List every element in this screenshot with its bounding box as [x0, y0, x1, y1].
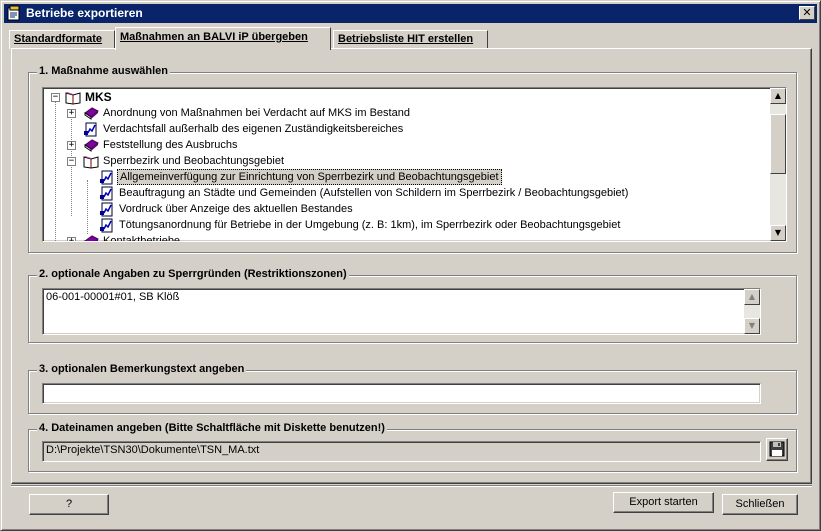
- separator: [11, 485, 812, 487]
- tree-node[interactable]: − Sperrbezirk und Beobachtungsgebiet: [43, 153, 743, 169]
- group-dateiname: 4. Dateinamen angeben (Bitte Schaltfläch…: [28, 422, 797, 472]
- dateiname-field: D:\Projekte\TSN30\Dokumente\TSN_MA.txt: [42, 441, 761, 462]
- tab-massnahmen-balvi[interactable]: Maßnahmen an BALVI iP übergeben: [115, 27, 331, 50]
- dateiname-value: D:\Projekte\TSN30\Dokumente\TSN_MA.txt: [46, 444, 260, 456]
- tree-node[interactable]: Verdachtsfall außerhalb des eigenen Zust…: [43, 121, 743, 137]
- tree-node[interactable]: Tötungsanordnung für Betriebe in der Umg…: [43, 217, 743, 233]
- group-sperrgruende-title: 2. optionale Angaben zu Sperrgründen (Re…: [37, 268, 349, 280]
- collapse-toggle[interactable]: −: [67, 157, 76, 166]
- tree-node[interactable]: Beauftragung an Städte und Gemeinden (Au…: [43, 185, 743, 201]
- tree-node-label: MKS: [85, 90, 112, 104]
- tree-node-mks[interactable]: − MKS: [43, 89, 743, 105]
- group-bemerkung: 3. optionalen Bemerkungstext angeben: [28, 363, 797, 414]
- app-icon: [7, 5, 20, 21]
- document-icon: [84, 122, 97, 137]
- collapse-toggle[interactable]: −: [51, 93, 60, 102]
- tree-node-label: Anordnung von Maßnahmen bei Verdacht auf…: [103, 107, 410, 119]
- tree-node-label: Verdachtsfall außerhalb des eigenen Zust…: [103, 123, 404, 135]
- scroll-down-button[interactable]: ▼: [744, 318, 760, 334]
- sperrgruende-textarea[interactable]: 06-001-00001#01, SB Klöß ▲ ▼: [42, 288, 761, 335]
- window-title: Betriebe exportieren: [26, 6, 143, 20]
- dialog-window: Betriebe exportieren ✕ Standardformate M…: [0, 0, 821, 531]
- title-bar[interactable]: Betriebe exportieren ✕: [4, 4, 817, 23]
- sperrgruende-value: 06-001-00001#01, SB Klöß: [46, 291, 180, 303]
- tree-node[interactable]: Vordruck über Anzeige des aktuellen Best…: [43, 201, 743, 217]
- bemerkung-input[interactable]: [42, 383, 761, 404]
- closed-book-icon: [84, 107, 99, 120]
- group-massnahme: 1. Maßnahme auswählen − MKS + Anordnung …: [28, 65, 797, 253]
- tree-node-label: Vordruck über Anzeige des aktuellen Best…: [119, 203, 353, 215]
- tree-node[interactable]: + Anordnung von Maßnahmen bei Verdacht a…: [43, 105, 743, 121]
- group-massnahme-title: 1. Maßnahme auswählen: [37, 65, 170, 77]
- floppy-disk-icon: [769, 441, 785, 457]
- tree-node[interactable]: + Feststellung des Ausbruchs: [43, 137, 743, 153]
- open-book-icon: [83, 156, 99, 169]
- tree-node-selected[interactable]: Allgemeinverfügung zur Einrichtung von S…: [43, 169, 743, 185]
- document-icon: [100, 218, 113, 233]
- help-button[interactable]: ?: [29, 494, 109, 515]
- tab-standardformate[interactable]: Standardformate: [9, 30, 115, 49]
- open-book-icon: [65, 92, 81, 105]
- tree-node-label: Allgemeinverfügung zur Einrichtung von S…: [117, 169, 502, 185]
- close-window-button[interactable]: ✕: [799, 6, 815, 20]
- group-dateiname-title: 4. Dateinamen angeben (Bitte Schaltfläch…: [37, 422, 387, 434]
- closed-book-icon: [84, 139, 99, 152]
- expand-toggle[interactable]: +: [67, 109, 76, 118]
- document-icon: [100, 186, 113, 201]
- sperrgruende-scrollbar[interactable]: ▲ ▼: [744, 289, 760, 334]
- group-bemerkung-title: 3. optionalen Bemerkungstext angeben: [37, 363, 247, 375]
- tree-node-label: Tötungsanordnung für Betriebe in der Umg…: [119, 219, 621, 231]
- tree-node-label: Beauftragung an Städte und Gemeinden (Au…: [119, 187, 629, 199]
- expand-toggle[interactable]: +: [67, 237, 76, 241]
- massnahme-tree[interactable]: − MKS + Anordnung von Maßnahmen bei Verd…: [42, 87, 787, 242]
- group-sperrgruende: 2. optionale Angaben zu Sperrgründen (Re…: [28, 268, 797, 343]
- document-icon: [100, 202, 113, 217]
- tree-node-label: Sperrbezirk und Beobachtungsgebiet: [103, 155, 285, 167]
- scroll-up-button[interactable]: ▲: [770, 88, 786, 104]
- tree-node-label: Feststellung des Ausbruchs: [103, 139, 238, 151]
- tree-node[interactable]: + Kontaktbetriebe: [43, 233, 743, 242]
- save-file-button[interactable]: [766, 438, 788, 461]
- tree-node-label: Kontaktbetriebe: [103, 235, 181, 242]
- export-start-button[interactable]: Export starten: [613, 492, 714, 513]
- document-icon: [100, 170, 113, 185]
- tab-betriebsliste-hit[interactable]: Betriebsliste HIT erstellen: [333, 30, 488, 49]
- closed-book-icon: [84, 235, 99, 241]
- scroll-down-button[interactable]: ▼: [770, 225, 786, 241]
- expand-toggle[interactable]: +: [67, 141, 76, 150]
- scroll-thumb[interactable]: [770, 114, 786, 174]
- tree-scrollbar[interactable]: ▲ ▼: [770, 88, 786, 241]
- close-button[interactable]: Schließen: [722, 494, 798, 515]
- scroll-up-button[interactable]: ▲: [744, 289, 760, 305]
- tab-panel: 1. Maßnahme auswählen − MKS + Anordnung …: [11, 48, 812, 484]
